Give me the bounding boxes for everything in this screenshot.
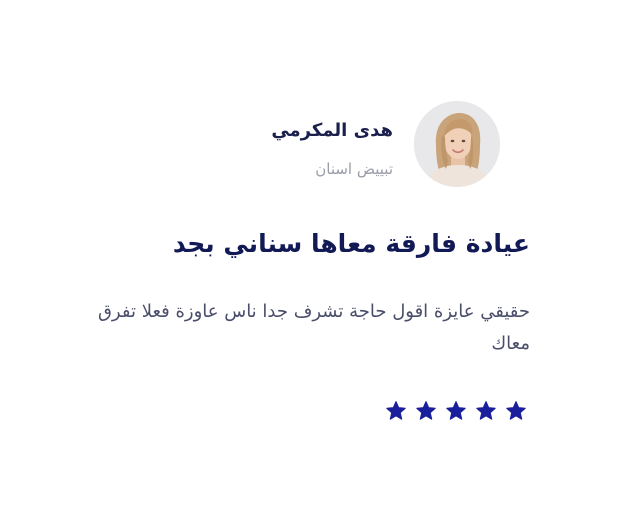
reviewer-service: تبييض اسنان — [315, 160, 393, 178]
review-title: عيادة فارقة معاها سناني بجد — [172, 229, 530, 258]
reviewer-avatar — [414, 101, 500, 187]
star-icon — [415, 400, 437, 422]
star-icon — [385, 400, 407, 422]
star-icon — [445, 400, 467, 422]
star-icon — [475, 400, 497, 422]
reviewer-name: هدى المكرمي — [271, 120, 393, 141]
star-icon — [505, 400, 527, 422]
review-text: حقيقي عايزة اقول حاجة تشرف جدا ناس عاوزة… — [97, 301, 530, 354]
testimonial-card: هدى المكرمي تبييض اسنان عيادة فارقة معاه… — [0, 0, 618, 524]
rating-stars — [385, 400, 527, 422]
